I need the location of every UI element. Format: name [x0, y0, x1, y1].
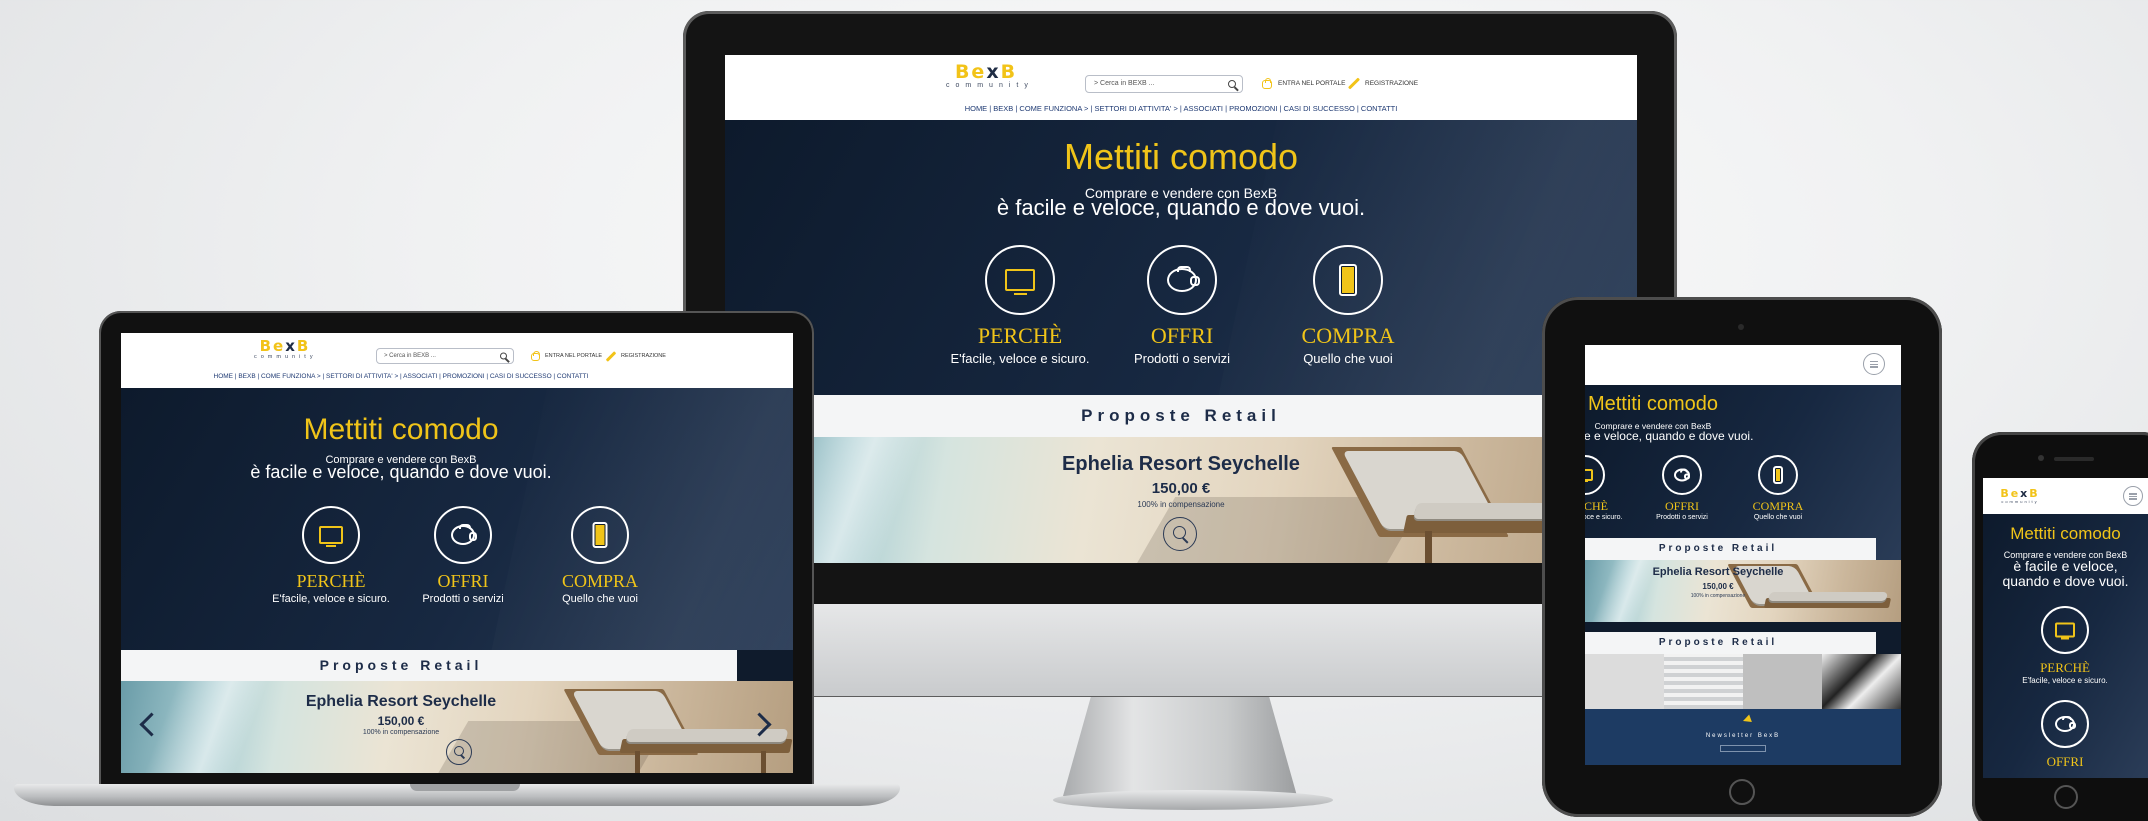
- retail-heading: Proposte Retail: [725, 395, 1637, 437]
- retail-heading: Proposte Retail: [1585, 538, 1876, 560]
- login-link[interactable]: ENTRA NEL PORTALE: [1278, 80, 1345, 87]
- macbook-screen: BexB community > Cerca in BEXB ... ENTRA…: [121, 333, 793, 773]
- monitor-icon: [1005, 269, 1035, 296]
- hero-line2: è facile e veloce, quando e dove vuoi.: [2002, 558, 2129, 589]
- phone-screen: BexB community Mettiti comodo Comprare e…: [1983, 478, 2148, 778]
- main-nav[interactable]: HOME | BEXB | COME FUNZIONA > | SETTORI …: [725, 104, 1637, 113]
- pencil-icon: [1347, 77, 1361, 90]
- feature-compra[interactable]: COMPRA Quello che vuoi: [510, 506, 690, 605]
- feature-compra[interactable]: COMPRA Quello che vuoi: [1718, 455, 1838, 521]
- promo-price: 150,00 €: [1702, 582, 1734, 591]
- piggy-bank-icon: [2055, 715, 2076, 732]
- monitor-icon: [319, 526, 343, 547]
- promo-compensation: 100% in compensazione: [1137, 500, 1225, 509]
- site-header: BexB community: [1983, 478, 2148, 514]
- site-header: BexB community > Cerca in BEXB ... ENTRA…: [725, 55, 1637, 120]
- promo-zoom-icon[interactable]: [446, 739, 472, 765]
- hero-title: Mettiti comodo: [1587, 393, 1719, 415]
- hero-title: Mettiti comodo: [1063, 136, 1299, 177]
- piggy-bank-icon: [451, 523, 477, 545]
- promo-compensation: 100% in compensazione: [362, 729, 440, 736]
- smartphone-icon: [592, 522, 608, 548]
- promo-price: 150,00 €: [377, 714, 425, 728]
- promo-slide[interactable]: Ephelia Resort Seychelle 150,00 € 100% i…: [725, 437, 1637, 563]
- hero: Mettiti comodo Comprare e vendere con Be…: [1983, 514, 2148, 778]
- hamburger-menu-button[interactable]: [1863, 353, 1885, 375]
- bexb-logo[interactable]: BexB community: [946, 63, 1028, 90]
- site-header: [1585, 345, 1901, 385]
- hero-line2: è facile e veloce, quando e dove vuoi.: [1585, 429, 1754, 443]
- retail-heading-2: Proposte Retail: [1585, 632, 1876, 654]
- hero-title: Mettiti comodo: [2010, 524, 2121, 543]
- imac-stand-neck: [1063, 696, 1297, 796]
- lock-icon: [1262, 77, 1272, 89]
- monitor-icon: [2055, 622, 2075, 640]
- smartphone-icon: [1773, 466, 1783, 484]
- feature-compra[interactable]: COMPRA Quello che vuoi: [1248, 245, 1448, 366]
- search-icon[interactable]: [1228, 80, 1236, 88]
- imac-screen: BexB community > Cerca in BEXB ... ENTRA…: [725, 55, 1637, 563]
- hero-title: Mettiti comodo: [303, 413, 499, 446]
- hero-line2: è facile e veloce, quando e dove vuoi.: [250, 462, 552, 482]
- hero-line2: è facile e veloce, quando e dove vuoi.: [996, 195, 1366, 220]
- newsletter-title: Newsletter BexB: [1705, 733, 1781, 739]
- monitor-icon: [1585, 469, 1593, 482]
- phone-speaker: [2054, 457, 2094, 461]
- retail-heading: Proposte Retail: [121, 650, 737, 681]
- hero: Mettiti comodo Comprare e vendere con Be…: [121, 388, 793, 650]
- search-icon[interactable]: [500, 352, 507, 360]
- imac-stand-foot: [1053, 790, 1333, 810]
- feature-offri[interactable]: OFFRI: [2005, 700, 2125, 770]
- promo-title[interactable]: Ephelia Resort Seychelle: [725, 453, 1637, 476]
- macbook-notch: [410, 784, 520, 791]
- lock-icon: [531, 351, 540, 361]
- promo-slide[interactable]: Ephelia Resort Seychelle 150,00 € 100% i…: [1585, 560, 1901, 622]
- register-link[interactable]: REGISTRAZIONE: [1365, 80, 1418, 87]
- search-input[interactable]: > Cerca in BEXB ...: [376, 348, 514, 364]
- promo-title[interactable]: Ephelia Resort Seychelle: [1585, 566, 1876, 578]
- ipad-home-button: [1729, 779, 1755, 805]
- ipad-camera: [1738, 324, 1744, 330]
- main-nav[interactable]: HOME | BEXB | COME FUNZIONA > | SETTORI …: [121, 373, 737, 380]
- imac-chin: [683, 604, 1677, 696]
- promo-title[interactable]: Ephelia Resort Seychelle: [121, 693, 737, 711]
- newsletter-input[interactable]: [1720, 745, 1766, 752]
- bexb-logo[interactable]: BexB community: [254, 339, 316, 361]
- smartphone-icon: [1339, 264, 1357, 296]
- newsletter-section: Newsletter BexB: [1585, 709, 1901, 765]
- paper-plane-icon: [1734, 714, 1752, 728]
- promo-slide[interactable]: Ephelia Resort Seychelle 150,00 € 100% i…: [121, 681, 793, 773]
- promo-zoom-icon[interactable]: [1163, 517, 1197, 551]
- retail-thumbnails[interactable]: [1585, 654, 1901, 709]
- piggy-bank-icon: [1167, 266, 1200, 292]
- phone-camera: [2038, 455, 2044, 461]
- site-header: BexB community > Cerca in BEXB ... ENTRA…: [121, 333, 793, 388]
- register-link[interactable]: REGISTRAZIONE: [621, 353, 666, 359]
- ipad-screen: Mettiti comodo Comprare e vendere con Be…: [1585, 345, 1901, 765]
- hamburger-menu-button[interactable]: [2123, 486, 2143, 506]
- piggy-bank-icon: [1674, 468, 1691, 482]
- feature-perche[interactable]: PERCHÈ E'facile, veloce e sicuro.: [2005, 606, 2125, 685]
- promo-compensation: 100% in compensazione: [1690, 593, 1746, 599]
- phone-home-button: [2054, 785, 2078, 809]
- login-link[interactable]: ENTRA NEL PORTALE: [545, 353, 602, 359]
- search-input[interactable]: > Cerca in BEXB ...: [1085, 75, 1243, 93]
- bexb-logo[interactable]: BexB community: [1995, 488, 2045, 504]
- pencil-icon: [605, 351, 617, 362]
- hero: Mettiti comodo Comprare e vendere con Be…: [725, 120, 1637, 395]
- promo-price: 150,00 €: [1151, 480, 1211, 497]
